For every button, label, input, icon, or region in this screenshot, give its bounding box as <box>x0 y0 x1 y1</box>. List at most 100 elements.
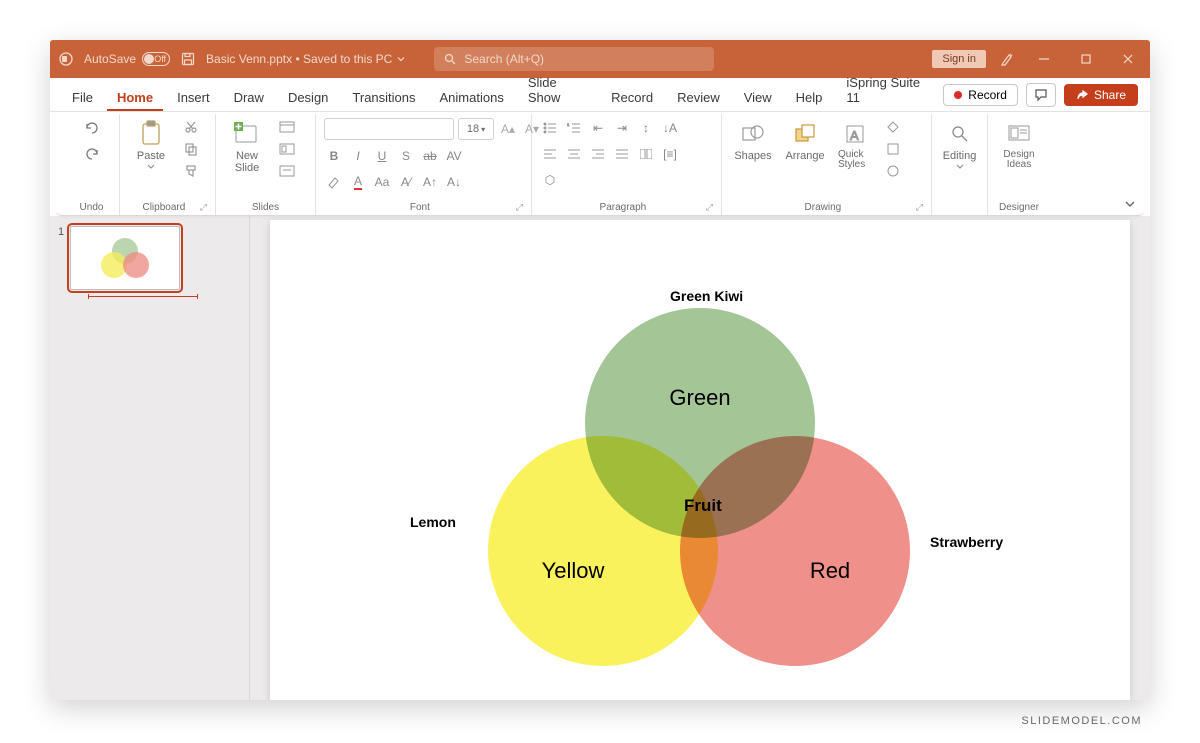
format-painter-button[interactable] <box>180 162 202 180</box>
text-direction-button[interactable]: ↓A <box>660 118 680 138</box>
document-title[interactable]: Basic Venn.pptx • Saved to this PC <box>206 52 406 66</box>
tab-home[interactable]: Home <box>107 84 163 111</box>
arrange-button[interactable]: Arrange <box>782 118 828 164</box>
close-button[interactable] <box>1114 47 1142 71</box>
align-left-button[interactable] <box>540 144 560 164</box>
slide-number: 1 <box>58 226 64 297</box>
indent-left-button[interactable]: ⇤ <box>588 118 608 138</box>
tab-insert[interactable]: Insert <box>167 84 220 111</box>
tab-design[interactable]: Design <box>278 84 338 111</box>
group-editing: Editing <box>932 114 988 215</box>
share-icon <box>1076 89 1088 101</box>
tab-transitions[interactable]: Transitions <box>342 84 425 111</box>
autosave-toggle[interactable]: AutoSave Off <box>84 52 170 66</box>
grow-font-button[interactable]: A↑ <box>420 172 440 192</box>
shape-fill-button[interactable] <box>882 118 904 136</box>
undo-button[interactable] <box>82 118 102 138</box>
record-button[interactable]: Record <box>943 84 1018 106</box>
share-button[interactable]: Share <box>1064 84 1138 106</box>
design-ideas-button[interactable]: Design Ideas <box>996 118 1042 172</box>
numbering-button[interactable]: 1 <box>564 118 584 138</box>
venn-center-label[interactable]: Fruit <box>684 496 722 516</box>
group-label-undo: Undo <box>72 200 111 213</box>
bullets-button[interactable] <box>540 118 560 138</box>
tab-help[interactable]: Help <box>786 84 833 111</box>
editing-button[interactable]: Editing <box>939 118 981 172</box>
shape-effects-button[interactable] <box>882 162 904 180</box>
align-right-button[interactable] <box>588 144 608 164</box>
tab-draw[interactable]: Draw <box>224 84 274 111</box>
columns-button[interactable] <box>636 144 656 164</box>
tab-animations[interactable]: Animations <box>430 84 514 111</box>
font-size-dropdown[interactable]: 18▾ <box>458 118 494 140</box>
search-placeholder: Search (Alt+Q) <box>464 52 544 66</box>
drawing-launcher[interactable]: ⤢ <box>916 202 923 213</box>
shadow-button[interactable]: S <box>396 146 416 166</box>
layout-button[interactable] <box>276 118 298 136</box>
comments-button[interactable] <box>1026 83 1056 107</box>
new-slide-button[interactable]: New Slide <box>224 118 270 176</box>
italic-button[interactable]: I <box>348 146 368 166</box>
app-icon <box>58 51 74 67</box>
align-center-button[interactable] <box>564 144 584 164</box>
tab-ispring[interactable]: iSpring Suite 11 <box>836 69 939 111</box>
group-label-clipboard: Clipboard <box>128 200 200 213</box>
paste-button[interactable]: Paste <box>128 118 174 172</box>
line-spacing-button[interactable]: ↕ <box>636 118 656 138</box>
svg-text:A: A <box>850 128 859 143</box>
new-slide-icon <box>233 120 261 148</box>
bold-button[interactable]: B <box>324 146 344 166</box>
venn-circle-red[interactable]: Red <box>680 436 910 666</box>
highlight-button[interactable] <box>324 172 344 192</box>
slide-thumbnail-pane[interactable]: 1 <box>50 216 250 700</box>
search-icon <box>444 53 456 65</box>
slide-canvas[interactable]: Green Kiwi Lemon Strawberry Green Yellow… <box>270 220 1130 700</box>
tab-review[interactable]: Review <box>667 84 730 111</box>
tab-record[interactable]: Record <box>601 84 663 111</box>
copy-button[interactable] <box>180 140 202 158</box>
slide-editor[interactable]: Green Kiwi Lemon Strawberry Green Yellow… <box>250 216 1150 700</box>
indent-right-button[interactable]: ⇥ <box>612 118 632 138</box>
char-spacing-button[interactable]: AV <box>444 146 464 166</box>
search-input[interactable]: Search (Alt+Q) <box>434 47 714 71</box>
cut-button[interactable] <box>180 118 202 136</box>
slide-thumbnail-1[interactable] <box>70 226 180 290</box>
maximize-button[interactable] <box>1072 47 1100 71</box>
thumbnail-preview <box>95 236 155 280</box>
shrink-font-button[interactable]: A↓ <box>444 172 464 192</box>
justify-button[interactable] <box>612 144 632 164</box>
clear-format-button[interactable]: A⁄ <box>396 172 416 192</box>
group-label-font: Font <box>324 200 516 213</box>
section-button[interactable] <box>276 162 298 180</box>
change-case-button[interactable]: Aa <box>372 172 392 192</box>
tab-slideshow[interactable]: Slide Show <box>518 69 597 111</box>
venn-outer-label-top[interactable]: Green Kiwi <box>670 288 743 304</box>
font-color-button[interactable]: A <box>348 172 368 192</box>
venn-diagram[interactable]: Green Kiwi Lemon Strawberry Green Yellow… <box>440 288 960 700</box>
venn-outer-label-right[interactable]: Strawberry <box>930 534 1003 550</box>
smartart-button[interactable]: ⬡ <box>540 170 560 190</box>
save-icon[interactable] <box>180 51 196 67</box>
shapes-button[interactable]: Shapes <box>730 118 776 164</box>
coming-soon-icon[interactable] <box>1000 51 1016 67</box>
tab-file[interactable]: File <box>62 84 103 111</box>
strikethrough-button[interactable]: ab <box>420 146 440 166</box>
quick-styles-button[interactable]: A Quick Styles <box>834 118 876 172</box>
design-ideas-icon <box>1005 120 1033 148</box>
tab-view[interactable]: View <box>734 84 782 111</box>
font-launcher[interactable]: ⤢ <box>516 202 523 213</box>
venn-outer-label-left[interactable]: Lemon <box>410 514 456 530</box>
clipboard-launcher[interactable]: ⤢ <box>200 202 207 213</box>
paragraph-launcher[interactable]: ⤢ <box>706 202 713 213</box>
shape-outline-button[interactable] <box>882 140 904 158</box>
reset-button[interactable] <box>276 140 298 158</box>
increase-font-button[interactable]: A▴ <box>498 119 518 139</box>
align-text-button[interactable]: [≡] <box>660 144 680 164</box>
toggle-switch-icon: Off <box>142 52 170 66</box>
font-family-dropdown[interactable] <box>324 118 454 140</box>
signin-button[interactable]: Sign in <box>932 50 986 68</box>
minimize-button[interactable] <box>1030 47 1058 71</box>
underline-button[interactable]: U <box>372 146 392 166</box>
collapse-ribbon-button[interactable] <box>1124 199 1136 209</box>
redo-button[interactable] <box>82 144 102 164</box>
